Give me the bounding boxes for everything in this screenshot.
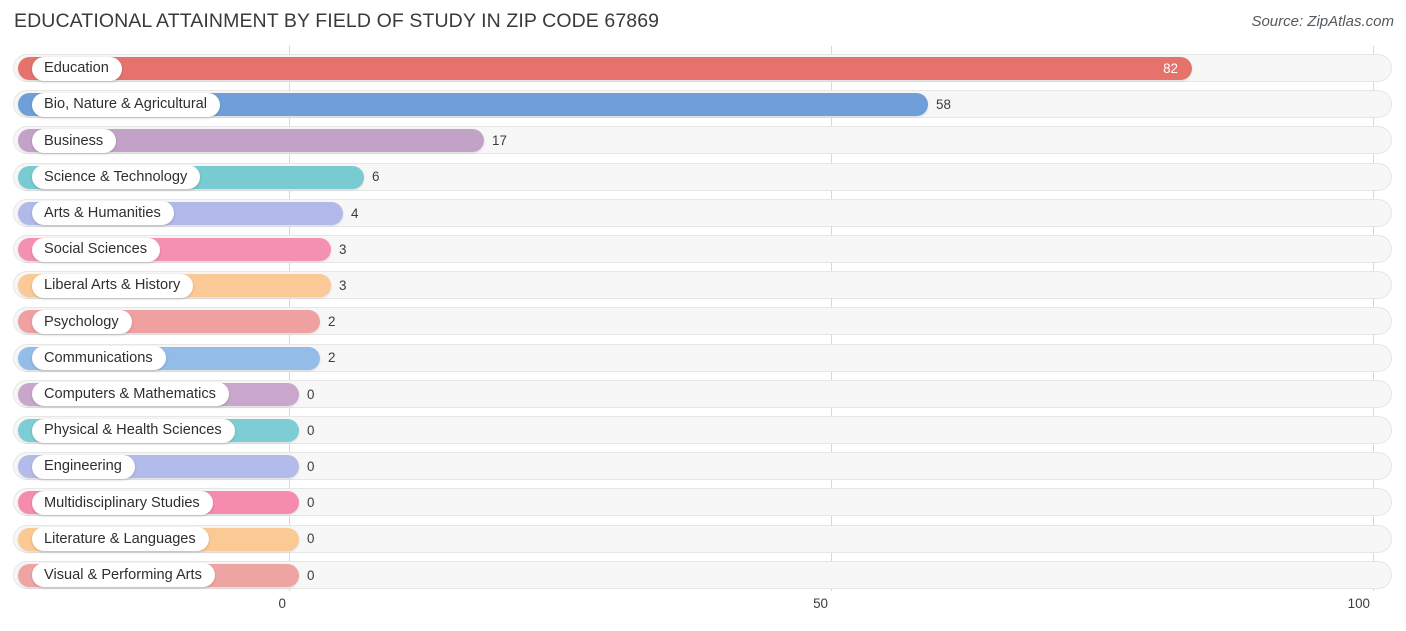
bar-category-label: Literature & Languages bbox=[32, 527, 209, 552]
bar-category-label: Psychology bbox=[32, 309, 132, 334]
bar-category-text: Arts & Humanities bbox=[44, 205, 161, 221]
bar-value-label: 0 bbox=[307, 422, 315, 438]
bar-value-label: 4 bbox=[351, 205, 359, 221]
bar-category-label: Multidisciplinary Studies bbox=[32, 490, 213, 515]
page-title: EDUCATIONAL ATTAINMENT BY FIELD OF STUDY… bbox=[14, 10, 660, 32]
bar-category-label: Computers & Mathematics bbox=[32, 382, 229, 407]
bar-row: 3 Social Sciences bbox=[0, 235, 1406, 269]
bar-category-label: Bio, Nature & Agricultural bbox=[32, 92, 221, 117]
bar-row: 82 Education bbox=[0, 54, 1406, 88]
bar[interactable]: 82 bbox=[18, 57, 1192, 80]
bar-category-text: Physical & Health Sciences bbox=[44, 422, 222, 439]
bar-row: 17 Business bbox=[0, 126, 1406, 160]
source-attribution: Source: ZipAtlas.com bbox=[1251, 13, 1394, 30]
bar-category-text: Bio, Nature & Agricultural bbox=[44, 96, 208, 113]
bar-category-text: Psychology bbox=[44, 313, 119, 330]
x-axis: 0 50 100 bbox=[0, 596, 1406, 622]
bar-category-text: Multidisciplinary Studies bbox=[44, 494, 200, 511]
bar-category-label: Social Sciences bbox=[32, 237, 161, 262]
bar-row: 0 Computers & Mathematics bbox=[0, 379, 1406, 414]
bar-row: 0 Engineering bbox=[0, 452, 1406, 486]
bar-category-text: Liberal Arts & History bbox=[44, 277, 181, 294]
bar-category-text: Social Sciences bbox=[44, 241, 148, 258]
bar-category-text: Education bbox=[44, 60, 109, 77]
bar-category-label: Liberal Arts & History bbox=[32, 273, 194, 298]
bar-category-text: Science & Technology bbox=[44, 168, 188, 185]
bar-row: 0 Physical & Health Sciences bbox=[0, 416, 1406, 450]
bar-category-label: Education bbox=[32, 56, 122, 81]
bar-category-label: Physical & Health Sciences bbox=[32, 418, 235, 443]
axis-tick-0: 0 bbox=[278, 596, 286, 611]
bar-value-label: 0 bbox=[307, 495, 315, 511]
bar-category-label: Engineering bbox=[32, 454, 135, 479]
bar-category-label: Arts & Humanities bbox=[32, 201, 174, 226]
bar-category-text: Business bbox=[44, 132, 104, 149]
bar-row: 2 Psychology bbox=[0, 307, 1406, 341]
bar-value-label: 2 bbox=[328, 350, 336, 366]
plot-area: 82 Education 58 Bio, Nature & Agricultural 1… bbox=[0, 46, 1406, 602]
bar-row: 2 Communications bbox=[0, 343, 1406, 378]
bar-category-text: Engineering bbox=[44, 458, 122, 475]
axis-tick-50: 50 bbox=[813, 596, 828, 611]
bar-category-label: Science & Technology bbox=[32, 165, 201, 190]
bar-value-label: 0 bbox=[307, 531, 315, 547]
bar-category-text: Literature & Languages bbox=[44, 530, 196, 547]
bar-category-label: Visual & Performing Arts bbox=[32, 563, 215, 588]
bar-value-label: 3 bbox=[339, 241, 347, 257]
bar-value-label: 17 bbox=[492, 133, 507, 149]
bar-value-label: 6 bbox=[372, 169, 380, 185]
bar-category-text: Computers & Mathematics bbox=[44, 386, 216, 402]
axis-tick-100: 100 bbox=[1347, 596, 1370, 611]
bar-value-label: 0 bbox=[307, 567, 315, 583]
bar-category-label: Communications bbox=[32, 346, 166, 371]
bar-category-label: Business bbox=[32, 128, 117, 153]
bar-value-label: 0 bbox=[307, 386, 315, 402]
bar-value-label: 82 bbox=[1163, 60, 1178, 76]
bar-value-label: 58 bbox=[936, 96, 951, 112]
bar-row: 4 Arts & Humanities bbox=[0, 198, 1406, 233]
bar-row: 0 Multidisciplinary Studies bbox=[0, 488, 1406, 522]
bar-row: 6 Science & Technology bbox=[0, 162, 1406, 197]
bar-chart: EDUCATIONAL ATTAINMENT BY FIELD OF STUDY… bbox=[0, 0, 1406, 631]
bar-row: 0 Literature & Languages bbox=[0, 524, 1406, 559]
bar-value-label: 0 bbox=[307, 458, 315, 474]
bar-category-text: Communications bbox=[44, 349, 153, 366]
bar-row: 0 Visual & Performing Arts bbox=[0, 560, 1406, 595]
bar-category-text: Visual & Performing Arts bbox=[44, 567, 202, 583]
bar-row: 3 Liberal Arts & History bbox=[0, 271, 1406, 305]
bar-value-label: 2 bbox=[328, 314, 336, 330]
bar-row: 58 Bio, Nature & Agricultural bbox=[0, 90, 1406, 124]
bar-value-label: 3 bbox=[339, 277, 347, 293]
